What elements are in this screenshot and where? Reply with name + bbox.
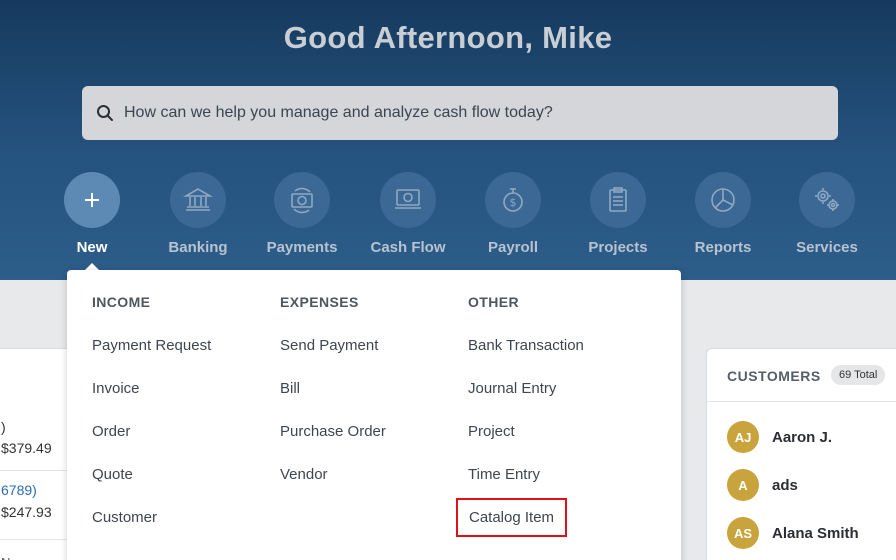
expenses-column: EXPENSES Send Payment Bill Purchase Orde… [280, 294, 386, 486]
nav-payroll[interactable]: $ Payroll [458, 172, 568, 256]
nav-new-label: New [76, 239, 108, 256]
customers-title: CUSTOMERS [727, 368, 821, 384]
customers-count-badge: 69 Total [831, 365, 886, 385]
search-icon [97, 105, 113, 121]
customer-row[interactable]: AS Alana Smith [727, 517, 859, 549]
transaction-text: ) [1, 419, 6, 435]
divider [0, 539, 71, 540]
nav-projects-label: Projects [588, 239, 648, 256]
clipboard-icon [590, 172, 646, 228]
transaction-amount: $379.49 [1, 440, 52, 456]
nav-new[interactable]: New [37, 172, 147, 273]
other-column: OTHER Bank Transaction Journal Entry Pro… [456, 294, 584, 537]
nav-banking-label: Banking [168, 239, 228, 256]
income-column: INCOME Payment Request Invoice Order Quo… [92, 294, 211, 529]
transaction-link[interactable]: 6789) [1, 482, 37, 498]
nav-services[interactable]: Services [772, 172, 882, 256]
plus-icon[interactable] [64, 172, 120, 228]
new-dropdown-menu: INCOME Payment Request Invoice Order Quo… [67, 270, 681, 560]
nav-cashflow[interactable]: Cash Flow [353, 172, 463, 256]
nav-projects[interactable]: Projects [563, 172, 673, 256]
menu-item-send-payment[interactable]: Send Payment [280, 337, 386, 357]
nav-services-label: Services [796, 239, 858, 256]
income-heading: INCOME [92, 294, 151, 310]
menu-item-purchase-order[interactable]: Purchase Order [280, 423, 386, 443]
search-bar[interactable]: How can we help you manage and analyze c… [82, 86, 838, 140]
pie-chart-icon [695, 172, 751, 228]
menu-item-order[interactable]: Order [92, 423, 211, 443]
menu-item-catalog-item[interactable]: Catalog Item [456, 498, 568, 537]
transaction-amount: $247.93 [1, 504, 52, 520]
menu-item-journal-entry[interactable]: Journal Entry [468, 380, 584, 400]
nav-reports-label: Reports [694, 239, 752, 256]
hero-banner: Good Afternoon, Mike How can we help you… [0, 0, 896, 280]
menu-item-invoice[interactable]: Invoice [92, 380, 211, 400]
stopwatch-dollar-icon: $ [485, 172, 541, 228]
customers-card: CUSTOMERS 69 Total AJ Aaron J. A ads AS … [706, 348, 896, 560]
svg-text:$: $ [510, 196, 517, 209]
customer-name[interactable]: Aaron J. [772, 429, 832, 446]
cashflow-icon [380, 172, 436, 228]
menu-item-payment-request[interactable]: Payment Request [92, 337, 211, 357]
nav-cashflow-label: Cash Flow [370, 239, 446, 256]
avatar: AS [727, 517, 759, 549]
nav-payments[interactable]: Payments [247, 172, 357, 256]
payments-icon [274, 172, 330, 228]
bank-icon [170, 172, 226, 228]
menu-item-project[interactable]: Project [468, 423, 584, 443]
divider [0, 470, 71, 471]
menu-item-quote[interactable]: Quote [92, 466, 211, 486]
nav-payroll-label: Payroll [487, 239, 539, 256]
avatar: AJ [727, 421, 759, 453]
menu-item-time-entry[interactable]: Time Entry [468, 466, 584, 486]
search-placeholder: How can we help you manage and analyze c… [124, 104, 553, 121]
customer-row[interactable]: AJ Aaron J. [727, 421, 832, 453]
divider [707, 401, 896, 402]
nav-reports[interactable]: Reports [668, 172, 778, 256]
customer-name[interactable]: ads [772, 477, 798, 494]
gears-icon [799, 172, 855, 228]
other-heading: OTHER [468, 294, 519, 310]
customer-name[interactable]: Alana Smith [772, 525, 859, 542]
menu-item-bill[interactable]: Bill [280, 380, 386, 400]
avatar: A [727, 469, 759, 501]
expenses-heading: EXPENSES [280, 294, 359, 310]
menu-item-customer[interactable]: Customer [92, 509, 211, 529]
menu-item-vendor[interactable]: Vendor [280, 466, 386, 486]
transaction-text: N [1, 555, 10, 560]
transactions-card: ) $379.49 6789) $247.93 N [0, 348, 72, 560]
menu-item-bank-transaction[interactable]: Bank Transaction [468, 337, 584, 357]
nav-banking[interactable]: Banking [143, 172, 253, 256]
customer-row[interactable]: A ads [727, 469, 798, 501]
greeting-title: Good Afternoon, Mike [283, 20, 613, 55]
nav-payments-label: Payments [266, 239, 338, 256]
